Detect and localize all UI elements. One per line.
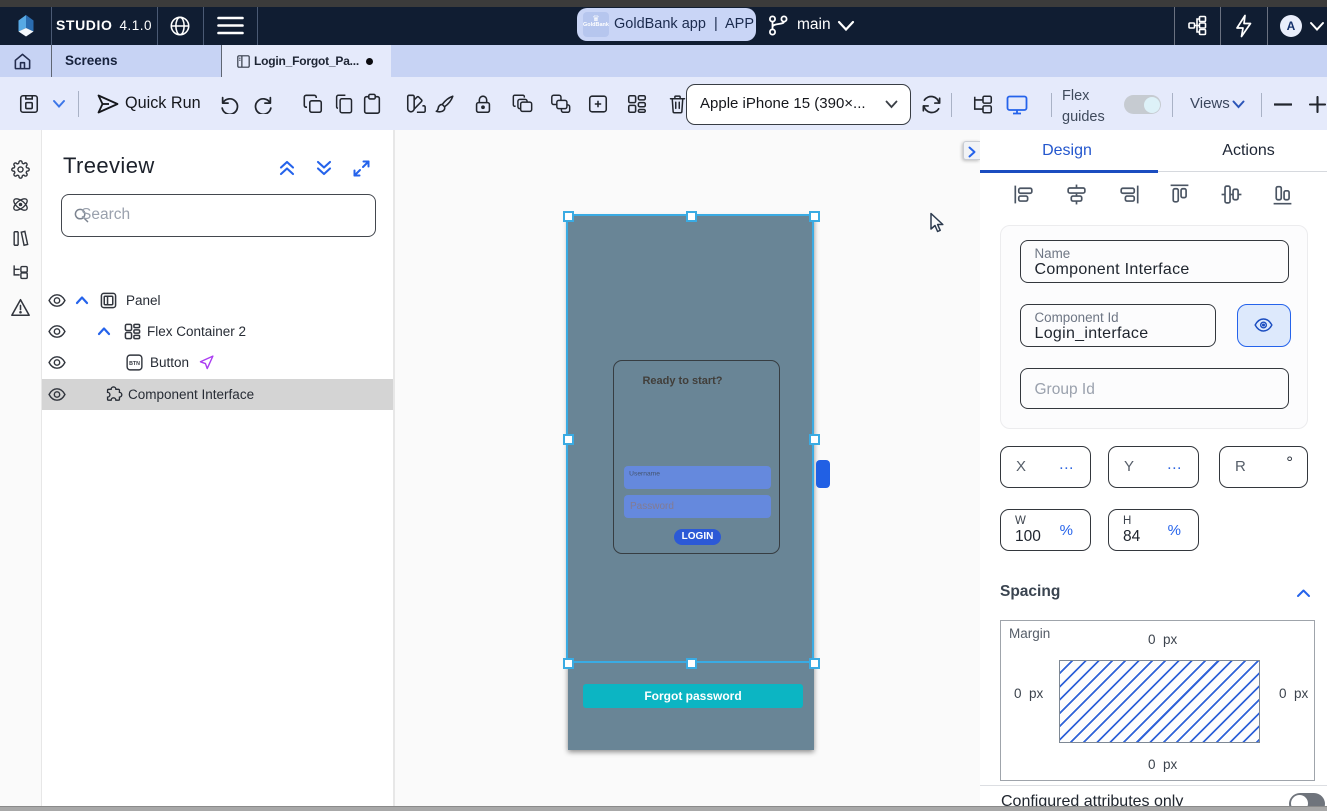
svg-text:BTN: BTN <box>129 360 140 366</box>
